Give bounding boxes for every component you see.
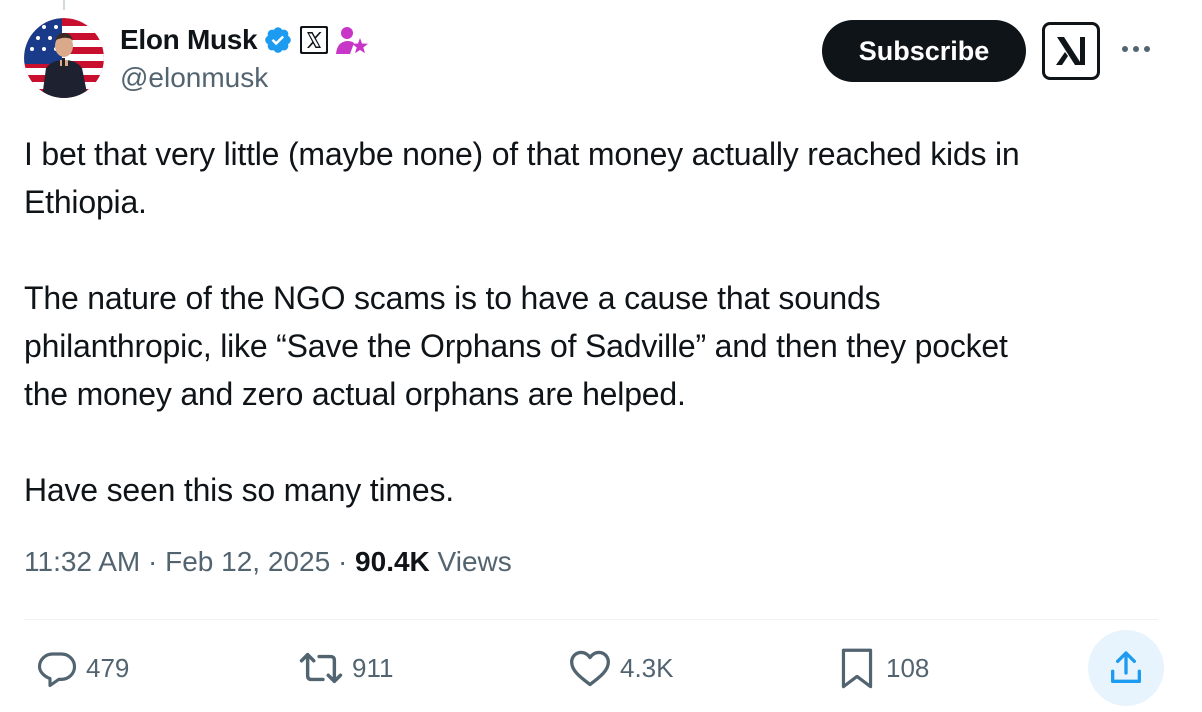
author-names: Elon Musk @elonmusk bbox=[120, 22, 369, 94]
grok-icon bbox=[1056, 37, 1085, 65]
reply-count: 479 bbox=[86, 652, 130, 683]
handle[interactable]: @elonmusk bbox=[120, 62, 369, 94]
share-button[interactable] bbox=[1088, 630, 1164, 706]
more-dots-icon bbox=[1122, 46, 1150, 52]
meta-separator-2: · bbox=[337, 546, 348, 577]
views-label: Views bbox=[437, 546, 512, 577]
display-name[interactable]: Elon Musk bbox=[120, 24, 258, 56]
share-icon bbox=[1111, 651, 1141, 683]
repost-count: 911 bbox=[352, 652, 394, 683]
more-button[interactable] bbox=[1118, 34, 1154, 64]
heart-icon bbox=[570, 650, 610, 687]
thread-line bbox=[63, 0, 65, 10]
avatar[interactable] bbox=[24, 18, 104, 98]
tweet-header: Elon Musk @elonmusk Subscribe bbox=[24, 18, 1164, 102]
reply-button[interactable]: 479 bbox=[36, 644, 129, 692]
x-logo-badge-icon[interactable] bbox=[299, 25, 329, 55]
bookmark-icon bbox=[841, 648, 873, 689]
tweet-text: I bet that very little (maybe none) of t… bbox=[24, 136, 1020, 508]
divider bbox=[24, 619, 1158, 620]
tweet-time[interactable]: 11:32 AM bbox=[24, 546, 140, 578]
grok-button[interactable] bbox=[1042, 22, 1100, 80]
like-button[interactable]: 4.3K bbox=[568, 644, 674, 692]
tweet-date[interactable]: Feb 12, 2025 bbox=[165, 546, 330, 578]
like-count: 4.3K bbox=[620, 652, 674, 683]
reply-icon bbox=[37, 652, 77, 688]
views-count[interactable]: 90.4K bbox=[355, 546, 430, 578]
repost-button[interactable]: 911 bbox=[298, 644, 393, 692]
repost-icon bbox=[299, 652, 343, 684]
subscribe-button[interactable]: Subscribe bbox=[822, 20, 1026, 82]
person-star-badge-icon[interactable] bbox=[335, 25, 369, 55]
name-row: Elon Musk bbox=[120, 22, 369, 58]
verified-badge-icon[interactable] bbox=[263, 25, 293, 55]
bookmark-button[interactable]: 108 bbox=[836, 644, 929, 692]
tweet-meta: 11:32 AM · Feb 12, 2025 · 90.4K Views bbox=[24, 546, 512, 578]
meta-separator: · bbox=[148, 546, 158, 577]
bookmark-count: 108 bbox=[886, 652, 930, 683]
